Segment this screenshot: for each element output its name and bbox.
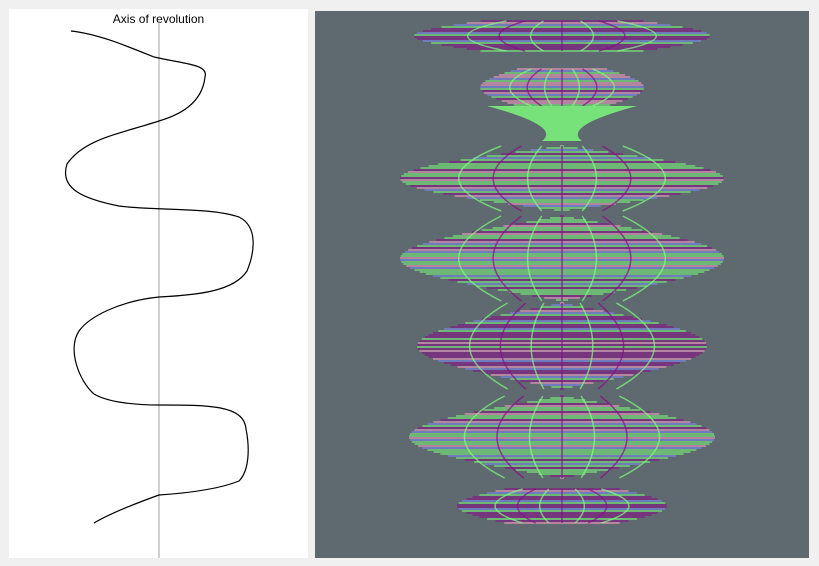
mesh-section xyxy=(400,215,724,302)
mesh-meridian xyxy=(579,302,594,390)
mesh-meridian xyxy=(616,302,655,390)
revolution-surface-render xyxy=(400,20,724,524)
mesh-meridian xyxy=(469,302,508,390)
3d-viewport[interactable] xyxy=(315,11,809,558)
mesh-section xyxy=(414,20,710,52)
mesh-meridian xyxy=(574,488,586,524)
mesh-section xyxy=(417,302,707,390)
mesh-meridian xyxy=(499,302,527,390)
mesh-neck xyxy=(487,106,637,141)
mesh-section xyxy=(409,395,715,479)
mesh-section xyxy=(480,68,644,107)
profile-editor-panel[interactable]: Axis of revolution xyxy=(9,9,308,558)
profile-canvas[interactable] xyxy=(9,9,308,558)
mesh-meridian xyxy=(601,488,630,524)
mesh-section xyxy=(457,488,667,524)
mesh-meridian xyxy=(494,488,523,524)
mesh-meridian xyxy=(597,302,625,390)
mesh-meridian xyxy=(587,488,608,524)
mesh-meridian xyxy=(516,488,537,524)
mesh-meridian xyxy=(538,488,550,524)
mesh-meridian xyxy=(530,302,545,390)
mesh-section xyxy=(400,145,724,212)
